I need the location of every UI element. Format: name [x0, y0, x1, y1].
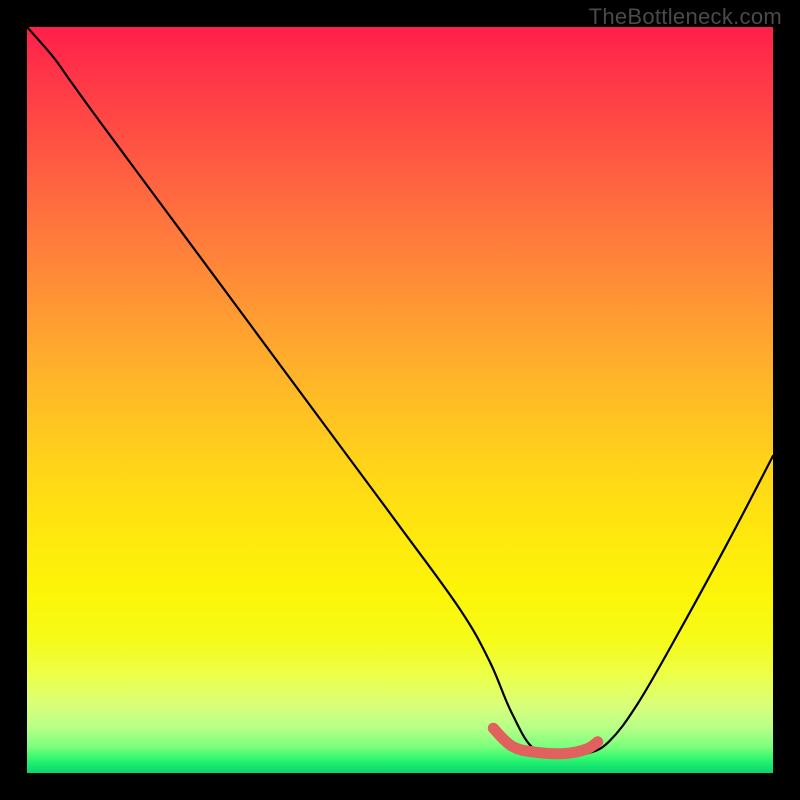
- highlight-segment: [493, 728, 597, 754]
- chart-overlay: [27, 27, 773, 773]
- curve-line: [27, 27, 773, 756]
- chart-plot-area: [27, 27, 773, 773]
- watermark-text: TheBottleneck.com: [589, 4, 782, 30]
